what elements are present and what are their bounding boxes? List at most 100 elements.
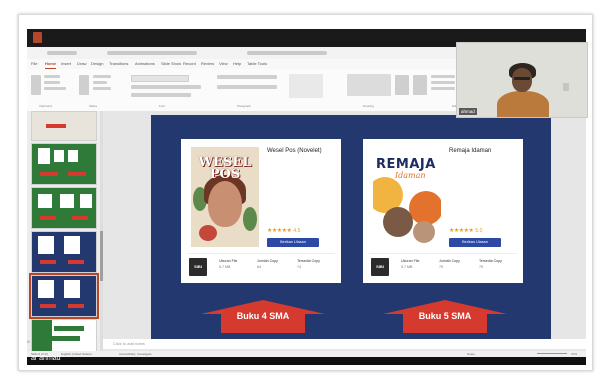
tab-help[interactable]: Help [233, 60, 241, 68]
search-box[interactable] [247, 51, 327, 55]
thumb-card [64, 280, 80, 298]
participant-caption: ar ahmad [31, 355, 61, 362]
book-card[interactable]: REMAJA Idaman Remaja Idaman ★★★★★ 5.0 Ber… [363, 139, 523, 283]
stat-label: Ukuran File [401, 259, 420, 263]
thumb-card [38, 148, 50, 164]
align-buttons[interactable] [217, 85, 277, 89]
tab-table-tools[interactable]: Table Tools [247, 60, 267, 68]
slide-thumbnail[interactable] [31, 231, 97, 273]
paste-button[interactable] [31, 75, 41, 95]
up-arrow-shape[interactable]: Buku 4 SMA [201, 300, 325, 333]
participant-name: ahmad [459, 108, 477, 115]
book-card[interactable]: WESEL POS Wesel Pos (Novelet) ★★★★★ 4.5 B… [181, 139, 341, 283]
divider [369, 253, 517, 254]
rating-value: 5.0 [475, 228, 483, 234]
wall-outlet [563, 83, 569, 91]
reset-button[interactable] [93, 81, 107, 84]
star-icons: ★★★★★ [267, 228, 292, 234]
arrow-label: Buku 4 SMA [236, 311, 290, 321]
review-button[interactable]: Berikan Ulasan [267, 238, 319, 247]
arrange-button[interactable] [395, 75, 409, 95]
quick-styles-button[interactable] [413, 75, 427, 95]
stat-file-size: Ukuran File 5.7 MB [401, 259, 419, 269]
stat-copy-count: Jumlah Copy 75 [439, 259, 460, 269]
leaf-decor [243, 207, 257, 231]
tab-animations[interactable]: Animations [135, 60, 155, 68]
font-color-buttons[interactable] [131, 93, 191, 97]
quick-access-toolbar[interactable] [47, 51, 77, 55]
star-icons: ★★★★★ [449, 228, 474, 234]
tab-insert[interactable]: Insert [61, 60, 71, 68]
layout-button[interactable] [93, 75, 111, 78]
stat-value: 75 [479, 265, 483, 269]
tab-slide-show[interactable]: Slide Show [161, 60, 181, 68]
new-slide-button[interactable] [79, 75, 89, 95]
shapes-gallery[interactable] [347, 74, 391, 96]
cover-subtitle: Idaman [395, 171, 426, 180]
tab-transitions[interactable]: Transitions [109, 60, 128, 68]
section-button[interactable] [93, 87, 111, 90]
cover-blob [383, 207, 413, 237]
thumb-arrow [72, 216, 88, 220]
tab-review[interactable]: Review [201, 60, 214, 68]
book-cover: WESEL POS [191, 147, 259, 247]
ribbon-group-label: Paragraph [237, 104, 252, 108]
shape-outline-button[interactable] [431, 81, 455, 84]
stat-label: Ukuran File [219, 259, 238, 263]
notes-pane[interactable]: Click to add notes [103, 339, 586, 349]
paragraph-buttons[interactable] [217, 75, 277, 79]
shape-fill-button[interactable] [431, 75, 455, 78]
slide-thumbnail[interactable] [31, 143, 97, 185]
thumb-arrow [40, 304, 56, 308]
tab-home[interactable]: Home [45, 60, 57, 69]
tab-design[interactable]: Design [91, 60, 103, 68]
thumb-card [80, 194, 92, 208]
rating-stars: ★★★★★ 5.0 [449, 227, 482, 234]
tab-file[interactable]: File [31, 60, 37, 68]
thumb-arrow [40, 260, 56, 264]
font-name-select[interactable] [131, 75, 189, 82]
book-cover: REMAJA Idaman [373, 147, 441, 247]
font-format-buttons[interactable] [131, 85, 201, 89]
tab-record[interactable]: Record [183, 60, 196, 68]
leaf-decor [199, 225, 217, 241]
menu-tabs: File Home Insert Draw Design Transitions… [27, 59, 457, 69]
accessibility-status[interactable]: Accessibility: Investigate [119, 352, 152, 356]
language-indicator[interactable]: English (United States) [61, 352, 92, 356]
format-painter-button[interactable] [44, 87, 66, 90]
slide-thumbnail-selected[interactable] [29, 273, 99, 319]
slide-thumbnail[interactable] [31, 187, 97, 229]
slide-thumbnails-panel: 5 6 7 8 9 [27, 111, 100, 353]
status-bar: Slide 6 of 24 English (United States) Ac… [27, 351, 586, 357]
stat-label: Jumlah Copy [439, 259, 460, 263]
tab-view[interactable]: View [219, 60, 228, 68]
notes-toggle[interactable]: Notes [467, 352, 475, 356]
stat-value: 5.7 MB [219, 265, 231, 269]
cover-title: WESEL POS [198, 155, 252, 182]
review-button[interactable]: Berikan Ulasan [449, 238, 501, 247]
rating-value: 4.5 [293, 228, 301, 234]
cut-button[interactable] [44, 75, 60, 78]
text-direction-buttons[interactable] [289, 74, 323, 98]
shape-effects-button[interactable] [431, 87, 455, 90]
face-shape [208, 181, 242, 227]
slide-thumbnail[interactable] [31, 111, 97, 141]
ribbon-group-label: Font [159, 104, 166, 108]
divider [187, 253, 335, 254]
stat-label: Jumlah Copy [257, 259, 278, 263]
zoom-level[interactable]: 70% [571, 352, 577, 356]
thumb-card [54, 150, 64, 162]
thumb-arrow [68, 172, 86, 176]
slide-thumbnail[interactable] [31, 319, 97, 353]
thumb-decor [54, 326, 84, 331]
up-arrow-shape[interactable]: Buku 5 SMA [383, 300, 507, 333]
thumb-arrow [40, 216, 56, 220]
copy-button[interactable] [44, 81, 60, 84]
tab-draw[interactable]: Draw [77, 60, 86, 68]
thumb-card [38, 194, 52, 208]
current-slide[interactable]: WESEL POS Wesel Pos (Novelet) ★★★★★ 4.5 B… [151, 115, 551, 341]
thumb-card [38, 236, 54, 254]
zoom-slider[interactable] [537, 353, 567, 354]
cover-blob [409, 191, 441, 225]
stat-copy-count: Jumlah Copy 64 [257, 259, 278, 269]
